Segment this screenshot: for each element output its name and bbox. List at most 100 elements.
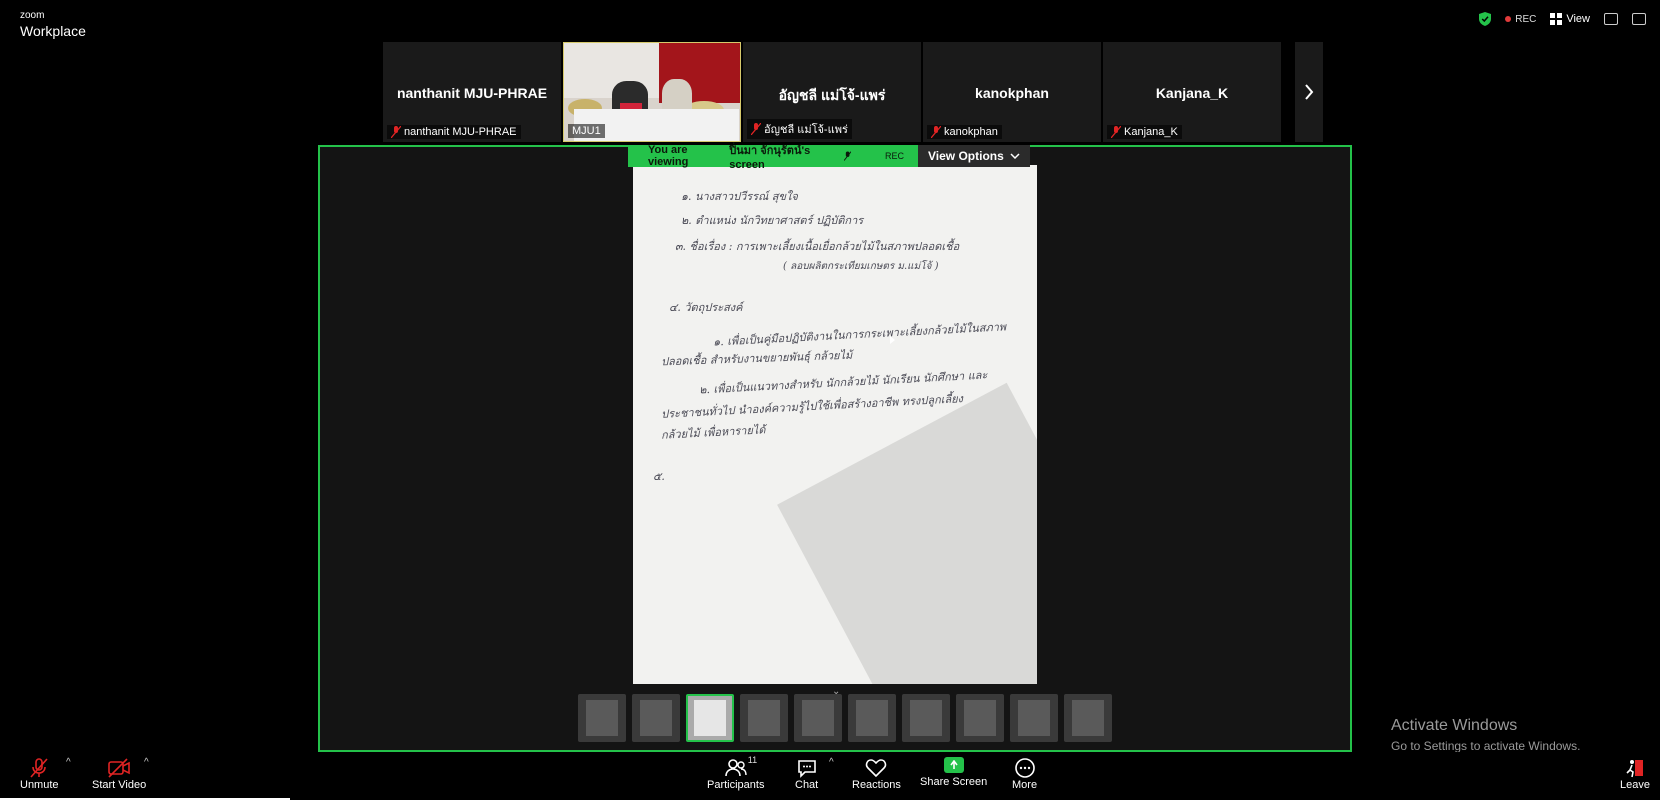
participant-label: nanthanit MJU-PHRAE — [404, 126, 517, 138]
page-thumbnail[interactable] — [956, 694, 1004, 742]
recording-label: REC — [1515, 13, 1537, 25]
chat-icon — [797, 760, 816, 778]
chat-label: Chat — [795, 779, 819, 791]
next-participants-button[interactable] — [1295, 42, 1323, 142]
participant-display-name: อัญชลี แม่โจ้-แพร่ — [778, 87, 886, 103]
view-options-label: View Options — [928, 149, 1004, 163]
activate-subtitle: Go to Settings to activate Windows. — [1391, 739, 1581, 753]
top-right-controls: REC View — [1479, 12, 1646, 26]
handwritten-line: กล้วยไม้ เพื่อหารายได้ — [660, 423, 766, 442]
chat-options-caret[interactable]: ^ — [829, 757, 834, 768]
page-thumbnail[interactable] — [848, 694, 896, 742]
handwritten-line: ๓. ชื่อเรื่อง : การเพาะเลี้ยงเนื้อเยื่อก… — [675, 240, 960, 253]
zoom-logo: zoom Workplace — [20, 6, 86, 39]
more-button[interactable]: More — [1012, 757, 1037, 791]
viewing-owner: ปิ่นมา จักนุรัตน์'s screen — [729, 145, 811, 171]
more-icon — [1014, 758, 1035, 778]
leave-label: Leave — [1620, 779, 1650, 791]
page-thumbnail[interactable] — [794, 694, 842, 742]
handwritten-line: ( ลอบผลิตกระเทียมเกษตร ม.แม่โจ้ ) — [783, 261, 939, 272]
page-thumbnail[interactable] — [632, 694, 680, 742]
viewing-banner: You are viewing ปิ่นมา จักนุรัตน์'s scre… — [628, 144, 1030, 171]
participant-display-name: nanthanit MJU-PHRAE — [396, 85, 548, 101]
participant-nameplate: MJU1 — [568, 124, 605, 138]
handwritten-line: ๕. — [653, 470, 665, 483]
document-shadow — [777, 382, 1037, 684]
fullscreen-icon[interactable] — [1632, 13, 1646, 25]
video-off-icon — [108, 758, 130, 778]
participant-tile[interactable]: Kanjana_K Kanjana_K — [1103, 42, 1281, 142]
leave-icon — [1626, 760, 1643, 778]
muted-mic-icon — [931, 126, 941, 138]
participant-label: Kanjana_K — [1124, 126, 1178, 138]
heart-icon — [866, 759, 887, 778]
page-thumbnail-selected[interactable] — [686, 694, 734, 742]
participant-display-name: Kanjana_K — [1155, 85, 1229, 101]
muted-mic-icon — [843, 151, 851, 161]
picture-in-picture-icon[interactable] — [1604, 13, 1618, 25]
logo-zoom-text: zoom — [20, 10, 45, 21]
participant-strip: nanthanit MJU-PHRAE nanthanit MJU-PHRAE … — [383, 42, 1281, 142]
top-bar: zoom Workplace REC View — [0, 0, 1660, 40]
activate-title: Activate Windows — [1391, 717, 1518, 734]
handwritten-line: ๑. เพื่อเป็นคู่มือปฏิบัติงานในการกระเพาะ… — [712, 320, 1007, 349]
participant-label: อัญชลี แม่โจ้-แพร่ — [764, 124, 848, 136]
start-video-label: Start Video — [92, 779, 147, 791]
chat-button[interactable]: Chat — [795, 757, 818, 791]
leave-button[interactable]: Leave — [1620, 757, 1650, 791]
recording-indicator[interactable]: REC — [1505, 14, 1536, 25]
chevron-right-icon — [1305, 84, 1314, 100]
participants-count: 11 — [747, 755, 758, 765]
page-thumbnail[interactable] — [902, 694, 950, 742]
viewing-rec-label: REC — [884, 151, 904, 161]
start-video-button[interactable]: Start Video — [92, 757, 146, 791]
handwritten-line: ๔. วัตถุประสงค์ — [669, 301, 743, 314]
page-thumbnail-strip — [578, 694, 1112, 742]
participant-label: MJU1 — [572, 125, 601, 137]
share-screen-icon — [943, 757, 964, 773]
participant-tile[interactable]: kanokphan kanokphan — [923, 42, 1101, 142]
viewing-status: You are viewing ปิ่นมา จักนุรัตน์'s scre… — [628, 144, 918, 171]
muted-mic-icon — [30, 758, 48, 778]
page-thumbnail[interactable] — [1064, 694, 1112, 742]
participants-label: Participants — [707, 779, 765, 791]
participant-display-name: kanokphan — [975, 85, 1049, 101]
view-label: View — [1566, 13, 1590, 25]
participants-icon — [724, 759, 747, 777]
participants-button[interactable]: 11 Participants — [707, 755, 765, 791]
view-options-button[interactable]: View Options — [918, 145, 1030, 167]
muted-mic-icon — [391, 126, 401, 138]
security-shield-icon[interactable] — [1479, 12, 1492, 26]
more-label: More — [1012, 779, 1038, 791]
handwritten-line: ๒. ตำแหน่ง นักวิทยาศาสตร์ ปฏิบัติการ — [681, 214, 864, 227]
share-screen-label: Share Screen — [920, 776, 988, 788]
chevron-down-icon — [1010, 153, 1020, 159]
unmute-button[interactable]: Unmute — [20, 757, 59, 791]
muted-mic-icon — [751, 123, 761, 135]
participant-nameplate: Kanjana_K — [1107, 125, 1182, 139]
muted-mic-icon — [1111, 126, 1121, 138]
audio-options-caret[interactable]: ^ — [66, 757, 71, 768]
handwritten-line: ปลอดเชื้อ สำหรับงานขยายพันธุ์ กล้วยไม้ — [660, 348, 853, 369]
participant-tile[interactable]: nanthanit MJU-PHRAE nanthanit MJU-PHRAE — [383, 42, 561, 142]
page-thumbnail[interactable] — [578, 694, 626, 742]
share-screen-button[interactable]: Share Screen — [920, 757, 987, 788]
page-thumbnail[interactable] — [1010, 694, 1058, 742]
viewing-prefix: You are viewing — [648, 144, 689, 168]
participant-tile-video[interactable]: MJU1 — [563, 42, 741, 142]
participant-tile[interactable]: อัญชลี แม่โจ้-แพร่ อัญชลี แม่โจ้-แพร่ — [743, 42, 921, 142]
meeting-toolbar: Unmute ^ Start Video ^ 11 Participants C… — [0, 752, 1660, 800]
reactions-label: Reactions — [852, 779, 901, 791]
view-button[interactable]: View — [1550, 13, 1590, 25]
page-thumbnail[interactable] — [740, 694, 788, 742]
recording-dot-icon — [1505, 16, 1512, 22]
participant-label: kanokphan — [944, 126, 998, 138]
reactions-button[interactable]: Reactions — [852, 757, 901, 791]
video-options-caret[interactable]: ^ — [144, 757, 149, 768]
grid-view-icon — [1550, 13, 1563, 25]
shared-document: ๑. นางสาวปวีรรณ์ สุขใจ ๒. ตำแหน่ง นักวิท… — [633, 165, 1037, 684]
participant-nameplate: kanokphan — [927, 125, 1002, 139]
participant-nameplate: nanthanit MJU-PHRAE — [387, 125, 521, 139]
handwritten-line: ๑. นางสาวปวีรรณ์ สุขใจ — [681, 190, 798, 203]
mouse-cursor-icon — [890, 336, 895, 344]
